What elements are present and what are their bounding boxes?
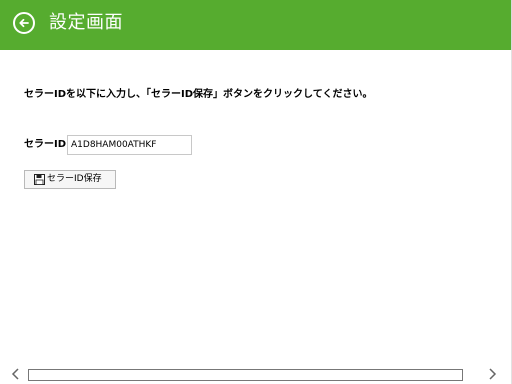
seller-id-input[interactable]	[67, 135, 192, 155]
seller-id-label: セラーID	[24, 139, 67, 150]
horizontal-scrollbar[interactable]	[0, 365, 512, 384]
back-button[interactable]	[13, 12, 35, 34]
chevron-left-icon[interactable]	[10, 367, 22, 381]
save-seller-id-button[interactable]: セラーID保存	[24, 170, 116, 189]
chevron-right-icon[interactable]	[486, 367, 498, 381]
page-title: 設定画面	[49, 12, 123, 33]
app-header: 設定画面	[0, 0, 512, 50]
scrollbar-track[interactable]	[28, 369, 463, 381]
floppy-disk-icon	[34, 174, 45, 185]
instruction-text: セラーIDを以下に入力し、「セラーID保存」ボタンをクリックしてください。	[24, 89, 373, 100]
arrow-left-circle-icon	[19, 18, 29, 28]
save-button-label: セラーID保存	[47, 174, 102, 184]
